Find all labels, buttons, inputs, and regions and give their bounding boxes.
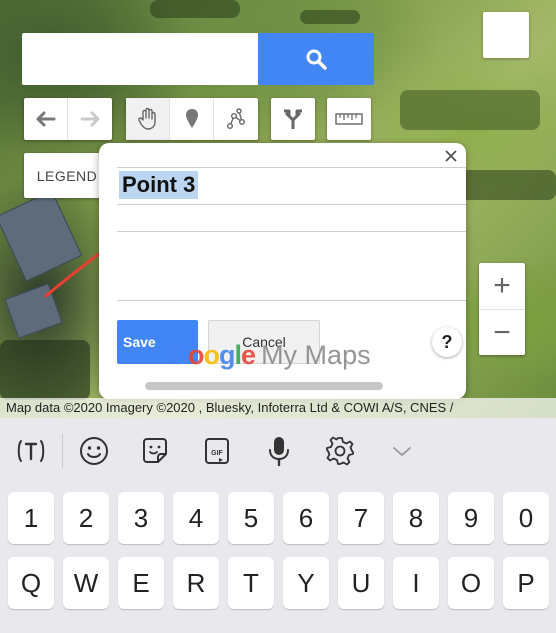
measure-button[interactable] xyxy=(327,98,371,140)
key[interactable]: 7 xyxy=(338,492,384,544)
sticker-icon xyxy=(143,438,168,463)
search-button[interactable] xyxy=(258,33,374,85)
gif-button[interactable]: GIF xyxy=(186,418,248,484)
directions-icon xyxy=(284,109,302,129)
key[interactable]: 8 xyxy=(393,492,439,544)
letter-row: Q W E R T Y U I O P xyxy=(0,557,556,615)
key[interactable]: 2 xyxy=(63,492,109,544)
keyboard-settings-button[interactable] xyxy=(309,418,371,484)
redo-button[interactable] xyxy=(68,98,112,140)
cancel-button[interactable]: Cancel xyxy=(208,320,320,364)
search-icon xyxy=(306,49,327,70)
key[interactable]: U xyxy=(338,557,384,609)
ruler-icon xyxy=(335,113,363,125)
keyboard-toolbar: GIF xyxy=(0,418,556,484)
point-title-input[interactable]: Point 3 xyxy=(117,167,466,205)
edit-point-dialog: Point 3 Save Cancel ? xyxy=(99,143,466,399)
key[interactable]: Q xyxy=(8,557,54,609)
directions-button[interactable] xyxy=(271,98,315,140)
key[interactable]: O xyxy=(448,557,494,609)
dialog-scrollbar[interactable] xyxy=(145,382,383,390)
gif-icon: GIF xyxy=(204,438,229,464)
key[interactable]: R xyxy=(173,557,219,609)
key[interactable]: 6 xyxy=(283,492,329,544)
number-row: 1 2 3 4 5 6 7 8 9 0 xyxy=(0,492,556,550)
voice-input-button[interactable] xyxy=(248,418,310,484)
close-button[interactable] xyxy=(442,147,460,165)
collapse-keyboard-button[interactable] xyxy=(371,418,433,484)
zoom-in-button[interactable]: + xyxy=(479,263,525,310)
key[interactable]: 5 xyxy=(228,492,274,544)
undo-icon xyxy=(36,111,55,127)
point-description-input[interactable] xyxy=(117,231,466,301)
add-marker-button[interactable] xyxy=(170,98,214,140)
map-attribution: Map data ©2020 Imagery ©2020 , Bluesky, … xyxy=(0,398,556,418)
search-input[interactable] xyxy=(22,33,258,85)
save-button[interactable]: Save xyxy=(117,320,198,364)
key[interactable]: T xyxy=(228,557,274,609)
key[interactable]: W xyxy=(63,557,109,609)
zoom-out-button[interactable]: − xyxy=(479,310,525,356)
marker-icon xyxy=(185,109,198,128)
undo-redo-toolbar xyxy=(24,98,112,140)
emoji-icon xyxy=(79,437,108,465)
microphone-icon xyxy=(268,437,289,467)
keyboard: 1 2 3 4 5 6 7 8 9 0 Q W E R T Y U I O P xyxy=(0,484,556,633)
close-icon xyxy=(445,150,457,162)
key[interactable]: Y xyxy=(283,557,329,609)
draw-line-icon xyxy=(227,108,245,129)
point-title-value: Point 3 xyxy=(119,171,199,199)
chevron-down-icon xyxy=(393,447,411,457)
key[interactable]: 1 xyxy=(8,492,54,544)
legend-button[interactable]: LEGEND xyxy=(24,153,110,198)
drawing-tools-toolbar xyxy=(126,98,258,140)
key[interactable]: E xyxy=(118,557,164,609)
zoom-control: + − xyxy=(479,263,525,355)
undo-button[interactable] xyxy=(24,98,68,140)
sticker-button[interactable] xyxy=(124,418,186,484)
key[interactable]: 0 xyxy=(503,492,549,544)
key[interactable]: P xyxy=(503,557,549,609)
redo-icon xyxy=(80,111,100,127)
map-layers-button[interactable] xyxy=(483,12,529,58)
key[interactable]: 4 xyxy=(173,492,219,544)
key[interactable]: 3 xyxy=(118,492,164,544)
measure-toolbar xyxy=(327,98,371,140)
hand-icon xyxy=(137,107,156,130)
svg-text:GIF: GIF xyxy=(211,450,223,457)
emoji-button[interactable] xyxy=(63,418,125,484)
directions-toolbar xyxy=(271,98,315,140)
draw-line-button[interactable] xyxy=(214,98,258,140)
key[interactable]: I xyxy=(393,557,439,609)
search-bar xyxy=(22,33,374,85)
key[interactable]: 9 xyxy=(448,492,494,544)
pan-tool-button[interactable] xyxy=(126,98,170,140)
help-button[interactable]: ? xyxy=(432,327,462,357)
settings-icon xyxy=(326,436,355,466)
text-style-icon xyxy=(17,440,45,462)
text-style-button[interactable] xyxy=(0,418,62,484)
